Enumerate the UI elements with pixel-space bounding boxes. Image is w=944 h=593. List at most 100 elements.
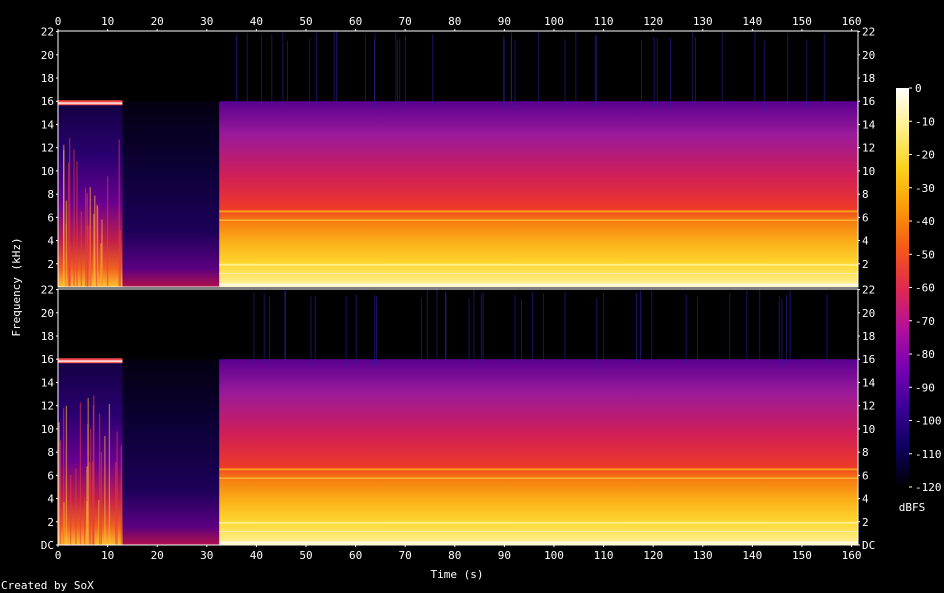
noise-spike (651, 290, 653, 361)
harmonic-band (219, 263, 859, 266)
x-tick-label-bottom: 20 (151, 549, 164, 562)
noise-spike (721, 32, 723, 103)
noise-spike (564, 291, 566, 363)
noise-spike (787, 33, 789, 104)
intro-transient (116, 431, 118, 545)
x-tick-label-top: 130 (693, 15, 713, 28)
colorbar-tick-label: -90 (915, 381, 935, 394)
x-tick-label-top: 140 (742, 15, 762, 28)
x-tick-label-top: 100 (544, 15, 564, 28)
x-tick-label-bottom: 0 (55, 549, 62, 562)
noise-spike (596, 298, 598, 369)
y-tick-label-right: 14 (862, 118, 876, 131)
noise-spike (636, 292, 638, 364)
colorbar-tick-label: -80 (915, 348, 935, 361)
y-tick-label-left: 20 (41, 307, 54, 320)
y-tick-label-right: 16 (862, 95, 875, 108)
noise-spike (656, 38, 658, 109)
colorbar-tick-label: -100 (915, 415, 942, 428)
noise-spike (729, 293, 731, 364)
noise-spike (333, 31, 335, 102)
noise-spike (759, 289, 761, 360)
intro-transient (98, 413, 101, 545)
x-tick-label-bottom: 90 (498, 549, 511, 562)
intro-transient (65, 405, 68, 545)
intro-transient (100, 452, 102, 545)
intro-transient (59, 440, 62, 545)
y-tick-label-left: 4 (47, 493, 54, 506)
noise-spike (763, 40, 765, 111)
noise-spike (314, 296, 316, 367)
noise-spike (263, 292, 265, 363)
y-tick-label-left: DC (41, 539, 54, 552)
colorbar-tick-label: -50 (915, 248, 935, 261)
noise-spike (694, 37, 696, 108)
noise-spike (785, 294, 787, 365)
noise-spike (575, 31, 577, 102)
noise-spike (404, 35, 406, 107)
segment-3-energy (219, 101, 859, 288)
x-tick-label-bottom: 140 (742, 549, 762, 562)
intro-transient (108, 403, 111, 545)
y-tick-label-right: 6 (862, 469, 869, 482)
intro-transient (65, 200, 68, 287)
noise-spike (261, 35, 263, 106)
intro-16khz-band-core (58, 102, 123, 105)
footer-credit: Created by SoX (1, 579, 94, 592)
noise-spike (503, 39, 505, 110)
noise-spike (375, 296, 377, 367)
harmonic-band (219, 531, 859, 533)
harmonic-band (219, 477, 859, 479)
intro-transient (76, 161, 78, 287)
x-tick-label-bottom: 40 (250, 549, 263, 562)
harmonic-band (219, 210, 859, 213)
x-tick-label-top: 30 (200, 15, 213, 28)
noise-spike (640, 290, 642, 361)
noise-spike (310, 296, 312, 367)
y-tick-label-left: 12 (41, 400, 54, 413)
y-tick-label-right: 20 (862, 49, 875, 62)
noise-spike (480, 294, 482, 365)
y-tick-label-left: 2 (47, 516, 54, 529)
noise-spike (537, 31, 539, 102)
noise-spike (309, 38, 311, 110)
colorbar-tick-label: -20 (915, 149, 935, 162)
harmonic-band (219, 219, 859, 221)
noise-spike (514, 39, 516, 110)
noise-spike (595, 35, 597, 106)
noise-spike (640, 39, 642, 110)
intro-transient (75, 468, 77, 545)
noise-spike (345, 295, 347, 366)
x-axis-label: Time (s) (431, 568, 484, 581)
y-tick-label-right: 8 (862, 446, 869, 459)
intro-transient (58, 422, 60, 545)
colorbar-tick-label: -70 (915, 315, 935, 328)
y-tick-label-right: 22 (862, 284, 875, 297)
noise-spike (355, 294, 357, 365)
harmonic-band (219, 283, 859, 286)
noise-spike (692, 32, 694, 103)
y-tick-label-right: 18 (862, 330, 875, 343)
noise-spike (253, 292, 255, 364)
x-tick-label-bottom: 110 (594, 549, 614, 562)
noise-spike (806, 39, 808, 110)
noise-spike (284, 291, 286, 362)
y-tick-label-left: 8 (47, 188, 54, 201)
intro-transient (101, 219, 103, 287)
x-tick-label-bottom: 120 (643, 549, 663, 562)
x-tick-label-top: 0 (55, 15, 62, 28)
y-tick-label-right: 10 (862, 423, 875, 436)
segment-2-energy (122, 359, 220, 545)
intro-transient (80, 211, 82, 287)
x-tick-label-bottom: 50 (299, 549, 312, 562)
x-tick-label-bottom: 10 (101, 549, 114, 562)
colorbar-tick-label: -120 (915, 481, 942, 494)
x-tick-label-bottom: 160 (842, 549, 862, 562)
y-tick-label-left: 16 (41, 353, 54, 366)
noise-spike (315, 33, 317, 104)
noise-spike (514, 294, 516, 365)
noise-spike (336, 31, 338, 102)
x-tick-label-bottom: 100 (544, 549, 564, 562)
plot-layer (57, 30, 859, 546)
harmonic-band (219, 521, 859, 524)
